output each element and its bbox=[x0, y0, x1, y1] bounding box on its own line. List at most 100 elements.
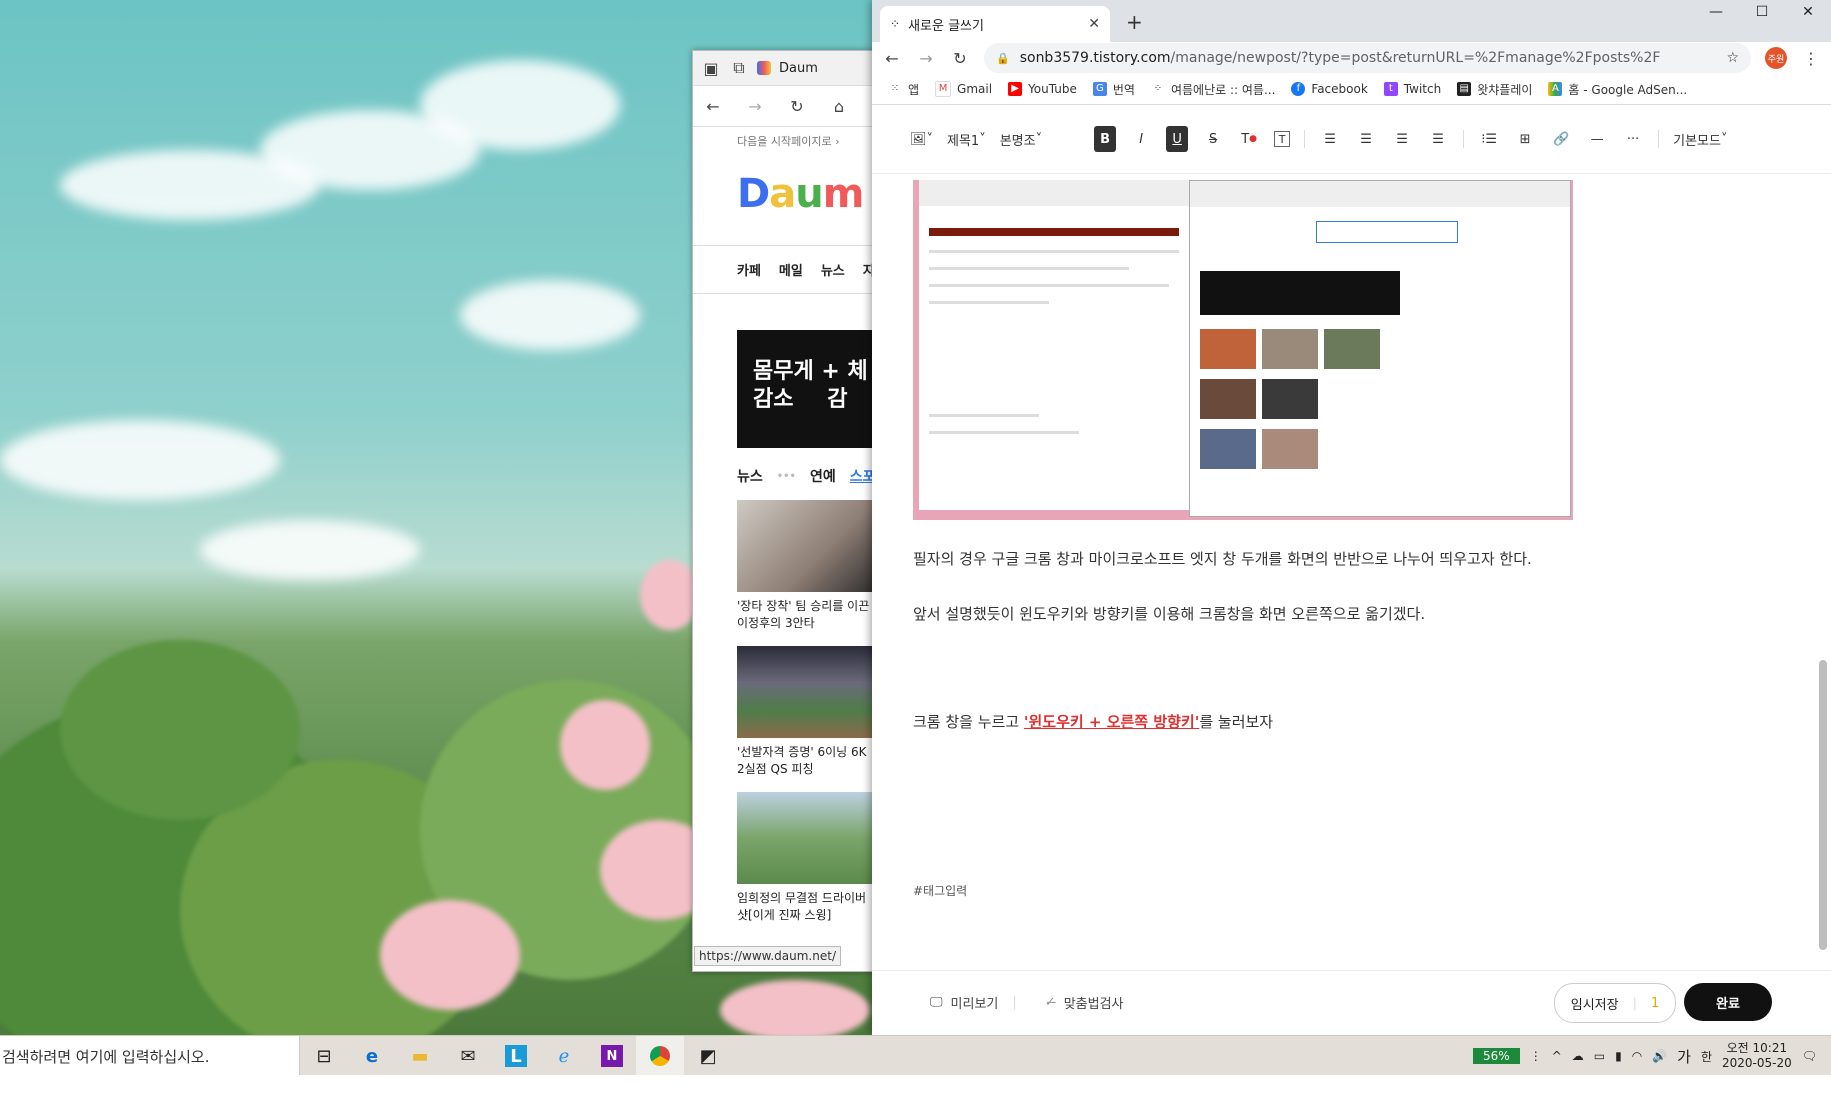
battery-icon[interactable]: ▮ bbox=[1615, 1049, 1622, 1063]
daum-ad-banner[interactable]: 몸무게 + 체 감소 + 감 bbox=[737, 330, 877, 448]
new-tab-icon[interactable]: + bbox=[1126, 10, 1143, 34]
mail-icon[interactable]: ✉ bbox=[444, 1036, 492, 1076]
ad-text-plus-2: 감 bbox=[827, 387, 848, 412]
back-icon[interactable]: ← bbox=[703, 96, 723, 116]
ime-indicator[interactable]: 가 bbox=[1677, 1046, 1691, 1067]
menu-icon[interactable]: ⋮ bbox=[1801, 48, 1821, 68]
internet-explorer-icon[interactable]: ℯ bbox=[540, 1036, 588, 1076]
address-bar[interactable]: 🔒 sonb3579.tistory.com/manage/newpost/?t… bbox=[984, 43, 1751, 73]
l-app-icon[interactable]: L bbox=[492, 1036, 540, 1076]
preview-button[interactable]: 🖵 미리보기 bbox=[930, 993, 998, 1012]
forward-icon[interactable]: → bbox=[916, 48, 936, 68]
editor-content[interactable]: 필자의 경우 구글 크롬 창과 마이크로소프트 엣지 창 두개를 화면의 반반으… bbox=[872, 180, 1812, 970]
bookmark-apps[interactable]: ⁙ 앱 bbox=[888, 81, 919, 98]
notification-icon[interactable]: 🗨 bbox=[1802, 1049, 1817, 1063]
underline-button[interactable]: U bbox=[1166, 126, 1189, 152]
watcha-icon: ▤ bbox=[1457, 82, 1472, 96]
news-thumb-1[interactable] bbox=[737, 500, 877, 592]
lock-icon: 🔒 bbox=[996, 51, 1010, 65]
temp-save-button[interactable]: 임시저장 | 1 bbox=[1554, 983, 1676, 1023]
news-thumb-3[interactable] bbox=[737, 792, 877, 884]
wifi-icon[interactable]: ◠ bbox=[1632, 1049, 1642, 1063]
bookmark-facebook[interactable]: f Facebook bbox=[1291, 82, 1368, 96]
bookmark-youtube[interactable]: ▶ YouTube bbox=[1008, 82, 1077, 96]
daum-tab-title[interactable]: Daum bbox=[779, 61, 818, 76]
task-view-icon[interactable]: ⊟ bbox=[300, 1036, 348, 1076]
bold-button[interactable]: B bbox=[1094, 126, 1117, 152]
show-hidden-icons[interactable]: ^ bbox=[1552, 1049, 1562, 1063]
strikethrough-button[interactable]: S bbox=[1202, 126, 1224, 152]
align-justify-icon[interactable]: ☰ bbox=[1427, 126, 1449, 152]
more-tray-icon[interactable]: ⋮ bbox=[1530, 1049, 1542, 1063]
table-icon[interactable]: ⊞ bbox=[1514, 126, 1536, 152]
text-background-button[interactable]: T bbox=[1274, 131, 1291, 147]
clock[interactable]: 오전 10:21 2020-05-20 bbox=[1722, 1041, 1792, 1071]
edge-icon[interactable]: e bbox=[348, 1036, 396, 1076]
news-tab-entertainment[interactable]: 연예 bbox=[810, 466, 836, 486]
news-caption-2[interactable]: '선발자격 증명' 6이닝 6K 2실점 QS 피칭 bbox=[737, 744, 877, 778]
news-thumb-2[interactable] bbox=[737, 646, 877, 738]
list-icon[interactable]: ⁝☰ bbox=[1478, 126, 1500, 152]
mode-select[interactable]: 기본모드 ˅ bbox=[1673, 126, 1727, 152]
news-tab-news[interactable]: 뉴스 bbox=[737, 466, 763, 486]
minimize-icon[interactable]: — bbox=[1693, 0, 1739, 24]
heading-select[interactable]: 제목1 ˅ bbox=[947, 126, 986, 152]
news-caption-1[interactable]: '장타 장착' 팀 승리를 이끈 이정후의 3안타 bbox=[737, 598, 877, 632]
home-icon[interactable]: ⌂ bbox=[829, 96, 849, 116]
editor-scrollbar[interactable] bbox=[1819, 180, 1827, 970]
tab-preview-icon[interactable]: ▣ bbox=[701, 58, 721, 78]
battery-indicator[interactable]: 56% bbox=[1473, 1048, 1520, 1064]
tab-new-post[interactable]: ⁘ 새로운 글쓰기 ✕ bbox=[880, 6, 1110, 42]
paragraph-3[interactable]: 크롬 창을 누르고 '윈도우키 + 오른쪽 방향키'를 눌러보자 bbox=[913, 711, 1273, 732]
tag-input[interactable]: #태그입력 bbox=[913, 882, 967, 899]
text-color-button[interactable]: T ● bbox=[1238, 126, 1260, 152]
onenote-icon[interactable]: N bbox=[588, 1036, 636, 1076]
align-left-icon[interactable]: ☰ bbox=[1319, 126, 1341, 152]
bookmark-adsense[interactable]: A홈 - Google AdSen... bbox=[1548, 81, 1687, 98]
link-icon[interactable]: 🔗 bbox=[1550, 126, 1572, 152]
align-right-icon[interactable]: ☰ bbox=[1391, 126, 1413, 152]
align-center-icon[interactable]: ☰ bbox=[1355, 126, 1377, 152]
sticky-notes-icon[interactable]: ◩ bbox=[684, 1036, 732, 1076]
nav-news[interactable]: 뉴스 bbox=[821, 260, 845, 279]
nav-cafe[interactable]: 카페 bbox=[737, 260, 761, 279]
toolbar-divider bbox=[1658, 130, 1660, 148]
insert-image-icon[interactable]: 🖼˅ bbox=[910, 126, 933, 152]
bookmark-twitch[interactable]: t Twitch bbox=[1383, 82, 1441, 96]
spellcheck-button[interactable]: ✓̶ 맞춤법검사 bbox=[1045, 993, 1124, 1012]
bookmark-gmail[interactable]: M Gmail bbox=[935, 81, 992, 97]
set-tabs-aside-icon[interactable]: ⧉ bbox=[729, 58, 749, 78]
paragraph-1[interactable]: 필자의 경우 구글 크롬 창과 마이크로소프트 엣지 창 두개를 화면의 반반으… bbox=[913, 548, 1532, 569]
tab-close-icon[interactable]: ✕ bbox=[1088, 16, 1100, 32]
back-icon[interactable]: ← bbox=[882, 48, 902, 68]
font-select[interactable]: 본명조 ˅ bbox=[1000, 126, 1042, 152]
clock-date: 2020-05-20 bbox=[1722, 1056, 1792, 1070]
embedded-screenshot[interactable] bbox=[913, 180, 1573, 520]
taskbar-search[interactable]: 검색하려면 여기에 입력하십시오. bbox=[0, 1036, 300, 1076]
scrollbar-thumb[interactable] bbox=[1819, 660, 1827, 950]
more-icon[interactable]: ··· bbox=[1622, 126, 1644, 152]
onedrive-icon[interactable]: ☁ bbox=[1572, 1049, 1584, 1063]
ime-mode[interactable]: 한 bbox=[1701, 1048, 1712, 1065]
reload-icon[interactable]: ↻ bbox=[950, 48, 970, 68]
window-close-icon[interactable]: ✕ bbox=[1785, 0, 1831, 24]
adsense-icon: A bbox=[1548, 82, 1563, 96]
volume-icon[interactable]: 🔊 bbox=[1652, 1049, 1667, 1063]
forward-icon[interactable]: → bbox=[745, 96, 765, 116]
paragraph-2[interactable]: 앞서 설명했듯이 윈도우키와 방향키를 이용해 크롬창을 화면 오른쪽으로 옮기… bbox=[913, 603, 1425, 624]
bookmark-translate[interactable]: G 번역 bbox=[1092, 81, 1135, 98]
profile-avatar[interactable]: 주원 bbox=[1765, 47, 1787, 69]
bookmark-watcha[interactable]: ▤ 왓챠플레이 bbox=[1457, 81, 1532, 98]
refresh-icon[interactable]: ↻ bbox=[787, 96, 807, 116]
news-caption-3[interactable]: 임희정의 무결점 드라이버 샷[이게 진짜 스윙] bbox=[737, 890, 877, 924]
chrome-icon[interactable] bbox=[636, 1036, 684, 1076]
publish-button[interactable]: 완료 bbox=[1684, 983, 1772, 1021]
power-icon[interactable]: ▭ bbox=[1594, 1049, 1605, 1063]
horizontal-rule-icon[interactable]: — bbox=[1586, 126, 1608, 152]
italic-button[interactable]: I bbox=[1130, 126, 1152, 152]
bookmark-star-icon[interactable]: ☆ bbox=[1726, 50, 1739, 66]
file-explorer-icon[interactable]: ▬ bbox=[396, 1036, 444, 1076]
bookmark-blog[interactable]: ⁘ 여름에난로 :: 여름... bbox=[1151, 81, 1276, 98]
nav-mail[interactable]: 메일 bbox=[779, 260, 803, 279]
maximize-icon[interactable]: ☐ bbox=[1739, 0, 1785, 24]
